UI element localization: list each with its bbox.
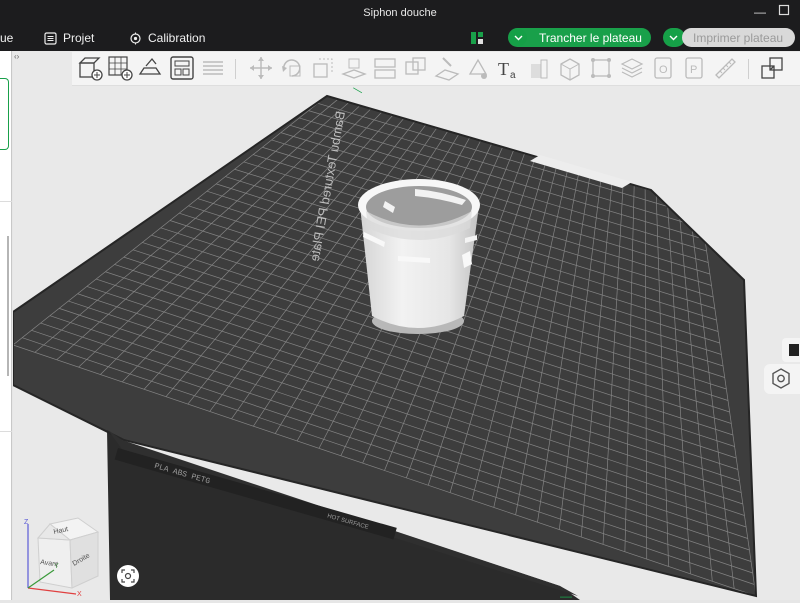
slice-plate-label: Trancher le plateau [539, 30, 642, 45]
slice-plate-button[interactable]: Trancher le plateau [508, 28, 651, 47]
lay-on-face-icon[interactable] [340, 54, 368, 82]
object-view-icon[interactable]: O [649, 54, 677, 82]
sidebar-frame [0, 78, 9, 150]
chevron-down-icon[interactable] [509, 29, 527, 46]
3d-viewport[interactable]: Bambu Textured PEI Plate PLA ABS PETG HO… [13, 51, 800, 600]
menu-prepare-label: ue [0, 31, 14, 45]
assembly-icon[interactable] [556, 54, 584, 82]
build-plate [13, 94, 758, 600]
toolbar-separator [748, 59, 749, 79]
svg-text:P: P [690, 64, 697, 76]
sidebar-scrollbar[interactable] [7, 236, 9, 376]
left-sidebar [0, 51, 12, 600]
emboss-icon[interactable] [525, 54, 553, 82]
auto-orient-icon[interactable] [136, 54, 164, 82]
scale-icon[interactable] [309, 54, 337, 82]
seam-paint-icon[interactable] [464, 54, 492, 82]
maximize-icon[interactable] [776, 4, 792, 20]
menu-prepare[interactable]: ue [0, 30, 13, 46]
build-plate-scene[interactable]: Bambu Textured PEI Plate PLA ABS PETG HO… [13, 51, 800, 600]
toolbar-separator [235, 59, 236, 79]
plate-settings-icon[interactable] [764, 364, 800, 394]
sidebar-divider [0, 201, 12, 202]
svg-text:a: a [510, 70, 516, 81]
measure-icon[interactable] [587, 54, 615, 82]
print-plate-label: Imprimer plateau [693, 30, 784, 45]
svg-text:T: T [498, 59, 509, 79]
boolean-icon[interactable] [402, 54, 430, 82]
split-layer-icon[interactable] [199, 54, 227, 82]
text-icon[interactable]: Ta [495, 54, 523, 82]
variable-layer-icon[interactable] [618, 54, 646, 82]
navigation-cube[interactable]: Z Y X Haut Avant Droite [14, 510, 114, 598]
svg-text:O: O [659, 64, 668, 76]
view-toggle-icon[interactable] [782, 338, 800, 362]
cut-icon[interactable] [371, 54, 399, 82]
axis-x-label: X [77, 591, 82, 598]
ruler-icon[interactable] [711, 54, 739, 82]
minimize-icon[interactable]: — [752, 4, 768, 20]
title-bar: Siphon douche — [0, 0, 800, 25]
collapse-sidebar-icon[interactable]: ‹› [14, 52, 26, 62]
axis-z-label: Z [24, 519, 29, 526]
print-plate-button[interactable]: Imprimer plateau [682, 28, 795, 47]
rotate-icon[interactable] [278, 54, 306, 82]
add-object-icon[interactable] [76, 54, 104, 82]
chevron-down-icon [664, 29, 682, 46]
layout-toggle-icon[interactable] [470, 31, 484, 45]
model-siphon-cup[interactable] [358, 179, 480, 334]
window-title: Siphon douche [363, 7, 437, 19]
explode-icon[interactable] [758, 54, 786, 82]
menu-project[interactable]: Projet [44, 30, 94, 46]
menu-calibration-label: Calibration [148, 31, 206, 45]
menu-calibration[interactable]: Calibration [129, 30, 205, 46]
zoom-fit-icon[interactable] [117, 565, 139, 587]
project-icon [44, 31, 57, 45]
viewport-edge-mark: — [560, 589, 572, 600]
plate-view-icon[interactable]: P [680, 54, 708, 82]
calibration-icon [129, 32, 142, 45]
main-toolbar: Ta O P [72, 52, 800, 86]
move-icon[interactable] [247, 54, 275, 82]
arrange-icon[interactable] [168, 54, 196, 82]
menu-project-label: Projet [63, 31, 95, 45]
sidebar-divider [0, 431, 12, 432]
add-plate-icon[interactable] [106, 54, 134, 82]
support-paint-icon[interactable] [433, 54, 461, 82]
